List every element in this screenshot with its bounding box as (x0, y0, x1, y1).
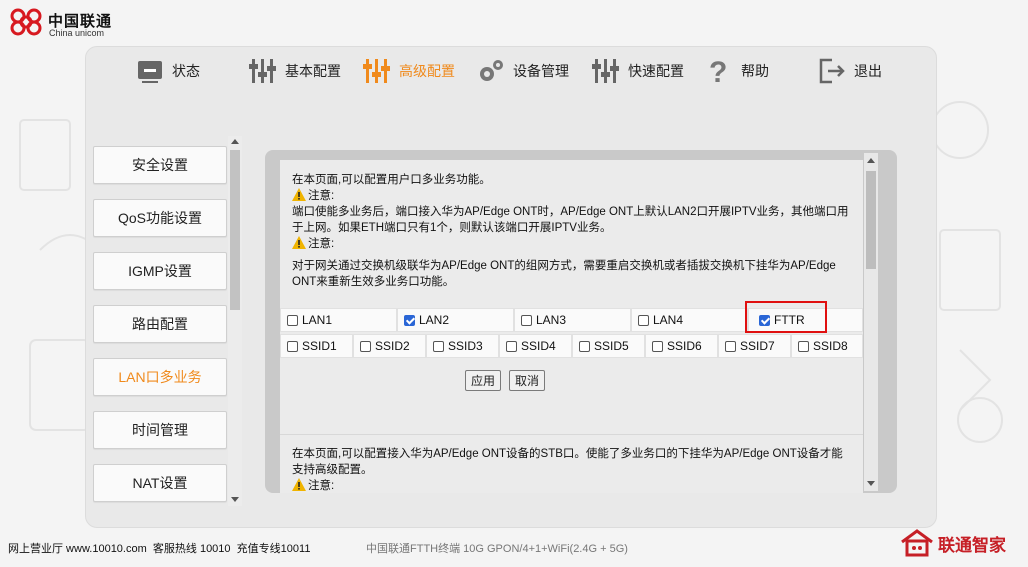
checkbox[interactable] (506, 340, 517, 352)
checkbox-checked[interactable] (404, 314, 415, 326)
sidebar: 安全设置 QoS功能设置 IGMP设置 路由配置 LAN口多业务 时间管理 NA… (93, 140, 243, 506)
port-lan1[interactable]: LAN1 (280, 308, 397, 332)
nav-label: 基本配置 (285, 63, 341, 79)
checkbox[interactable] (287, 314, 298, 326)
ssid-2[interactable]: SSID2 (353, 334, 426, 358)
content-scrollbar[interactable] (864, 153, 878, 491)
nav-advanced-config[interactable]: 高级配置 (363, 46, 455, 96)
ssid-5[interactable]: SSID5 (572, 334, 645, 358)
ssid-row: SSID1 SSID2 SSID3 SSID4 SSID5 SSID6 SSID… (280, 334, 863, 358)
top-nav: 状态 基本配置 高级配置 设备管理 快速配置 ? 帮助 退出 (85, 46, 935, 96)
warning-icon (292, 478, 306, 491)
warning-icon (292, 236, 306, 249)
unicom-knot-icon (10, 8, 42, 36)
sidebar-item-nat[interactable]: NAT设置 (93, 464, 227, 502)
ssid-3[interactable]: SSID3 (426, 334, 499, 358)
home-logo-icon (901, 529, 933, 557)
sidebar-item-qos[interactable]: QoS功能设置 (93, 199, 227, 237)
sidebar-scrollbar[interactable] (228, 136, 242, 506)
checkbox[interactable] (360, 340, 371, 352)
apply-button[interactable]: 应用 (465, 370, 501, 391)
monitor-icon (138, 61, 162, 83)
footer-recharge: 充值专线10011 (236, 543, 311, 555)
ssid-7[interactable]: SSID7 (718, 334, 791, 358)
svg-text:?: ? (709, 56, 727, 86)
nav-basic-config[interactable]: 基本配置 (249, 46, 341, 96)
nav-quick-config[interactable]: 快速配置 (592, 46, 684, 96)
checkbox[interactable] (652, 340, 663, 352)
footer-hotline: 客服热线 10010 (152, 543, 231, 555)
question-icon: ? (709, 56, 727, 86)
ssid-8[interactable]: SSID8 (791, 334, 863, 358)
footer-info: 网上营业厅 www.10010.com 客服热线 10010 充值专线10011 (8, 540, 310, 556)
note2-text: 对于网关通过交换机级联华为AP/Edge ONT的组网方式，需要重启交换机或者插… (292, 260, 836, 288)
footer-model: 中国联通FTTH终端 10G GPON/4+1+WiFi(2.4G + 5G) (366, 543, 628, 555)
sliders-icon (249, 59, 276, 83)
unicom-smart-home-logo: 联通智家 (900, 528, 1006, 558)
cancel-button[interactable]: 取消 (509, 370, 545, 391)
brand-en: China unicom (49, 28, 105, 38)
port-lan3[interactable]: LAN3 (514, 308, 631, 332)
china-unicom-logo: 中国联通 China unicom (8, 6, 148, 38)
checkbox[interactable] (579, 340, 590, 352)
logout-icon (819, 58, 845, 84)
sidebar-item-security[interactable]: 安全设置 (93, 146, 227, 184)
nav-label: 状态 (172, 63, 200, 79)
nav-label: 设备管理 (513, 63, 569, 79)
nav-label: 快速配置 (628, 63, 684, 79)
checkbox[interactable] (725, 340, 736, 352)
ssid-6[interactable]: SSID6 (645, 334, 718, 358)
nav-label: 退出 (854, 63, 882, 79)
checkbox[interactable] (287, 340, 298, 352)
footer-hall[interactable]: 网上营业厅 www.10010.com (8, 543, 147, 555)
stb-intro-text: 在本页面,可以配置接入华为AP/Edge ONT设备的STB口。使能了多业务口的… (292, 448, 843, 476)
sidebar-item-igmp[interactable]: IGMP设置 (93, 252, 227, 290)
sliders-icon (363, 59, 390, 83)
note-heading-3: 注意: (292, 478, 852, 493)
nav-logout[interactable]: 退出 (818, 46, 882, 96)
note-heading-2: 注意: (292, 236, 852, 252)
port-lan2[interactable]: LAN2 (397, 308, 514, 332)
sidebar-item-lan-multiservice[interactable]: LAN口多业务 (93, 358, 227, 396)
checkbox[interactable] (433, 340, 444, 352)
nav-label: 帮助 (741, 63, 769, 79)
ssid-1[interactable]: SSID1 (280, 334, 353, 358)
checkbox[interactable] (798, 340, 809, 352)
checkbox[interactable] (521, 314, 532, 326)
note-heading: 注意: (292, 188, 852, 204)
sidebar-item-time[interactable]: 时间管理 (93, 411, 227, 449)
intro-text: 在本页面,可以配置用户口多业务功能。 (292, 174, 491, 186)
note1-text: 端口使能多业务后，端口接入华为AP/Edge ONT时，AP/Edge ONT上… (292, 206, 849, 234)
nav-status[interactable]: 状态 (136, 46, 200, 96)
sliders-icon (592, 59, 619, 83)
fttr-highlight-box (745, 301, 827, 333)
footer-brand-text: 联通智家 (938, 535, 1006, 555)
ssid-4[interactable]: SSID4 (499, 334, 572, 358)
warning-icon (292, 188, 306, 201)
sidebar-item-routing[interactable]: 路由配置 (93, 305, 227, 343)
nav-device-management[interactable]: 设备管理 (477, 46, 569, 96)
port-lan4[interactable]: LAN4 (631, 308, 748, 332)
gears-icon (480, 60, 503, 81)
nav-label: 高级配置 (399, 63, 455, 79)
checkbox[interactable] (638, 314, 649, 326)
nav-help[interactable]: ? 帮助 (705, 46, 769, 96)
